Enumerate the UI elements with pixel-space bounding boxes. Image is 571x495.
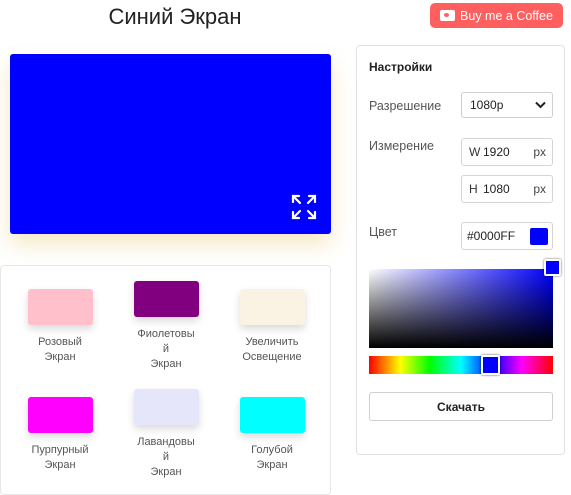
width-prefix: W: [469, 145, 481, 159]
color-hex-input[interactable]: #0000FF: [461, 222, 553, 250]
buy-me-a-coffee-button[interactable]: Buy me a Coffee: [430, 3, 563, 28]
saturation-handle[interactable]: [544, 259, 561, 276]
download-button[interactable]: Скачать: [369, 392, 553, 421]
height-value: 1080: [483, 182, 510, 196]
height-unit: px: [533, 182, 546, 196]
dimension-label: Измерение: [369, 139, 435, 153]
hue-handle[interactable]: [481, 355, 500, 375]
preset-label: Пурпурный Экран: [31, 444, 89, 471]
preset-swatch: [239, 397, 305, 433]
preset-cyan-screen[interactable]: Голубой Экран: [222, 397, 322, 473]
resolution-value: 1080p: [470, 98, 504, 112]
preset-label: Лавандовы й Экран: [137, 436, 195, 478]
preset-swatch: [27, 289, 93, 325]
preset-swatch: [239, 289, 305, 325]
color-label: Цвет: [369, 225, 398, 239]
preset-increase-light[interactable]: Увеличить Освещение: [222, 289, 322, 365]
width-value: 1920: [483, 145, 510, 159]
preset-swatch: [133, 281, 199, 317]
preset-label: Голубой Экран: [251, 444, 293, 471]
width-unit: px: [533, 145, 546, 159]
page-title: Синий Экран: [108, 4, 242, 29]
preset-swatch: [27, 397, 93, 433]
preset-swatch: [133, 389, 199, 425]
preset-magenta-screen[interactable]: Пурпурный Экран: [10, 397, 110, 473]
saturation-value-picker[interactable]: [369, 259, 561, 348]
preset-label: Фиолетовы й Экран: [137, 328, 195, 370]
preset-colors-panel: Розовый Экран Фиолетовы й Экран Увеличить Ос…: [0, 265, 331, 495]
preset-lavender-screen[interactable]: Лавандовы й Экран: [116, 389, 216, 480]
chevron-down-icon: [535, 101, 546, 109]
width-input[interactable]: W 1920 px: [461, 138, 553, 166]
color-preview: [10, 54, 331, 234]
settings-panel: Настройки Разрешение 1080p Измерение W 1…: [356, 45, 565, 455]
resolution-label: Разрешение: [369, 99, 442, 113]
preset-pink-screen[interactable]: Розовый Экран: [10, 289, 110, 365]
coffee-button-label: Buy me a Coffee: [460, 8, 553, 23]
preset-label: Увеличить Освещение: [242, 336, 302, 363]
settings-title: Настройки: [369, 60, 433, 74]
color-chip[interactable]: [530, 228, 548, 245]
preset-label: Розовый Экран: [38, 336, 82, 363]
hue-slider[interactable]: [369, 355, 553, 375]
resolution-select[interactable]: 1080p: [461, 92, 553, 118]
coffee-cup-icon: [440, 10, 456, 21]
fullscreen-icon[interactable]: [291, 194, 317, 220]
color-hex-value: #0000FF: [467, 229, 516, 243]
preset-purple-screen[interactable]: Фиолетовы й Экран: [116, 281, 216, 372]
height-input[interactable]: H 1080 px: [461, 175, 553, 203]
height-prefix: H: [469, 182, 478, 196]
